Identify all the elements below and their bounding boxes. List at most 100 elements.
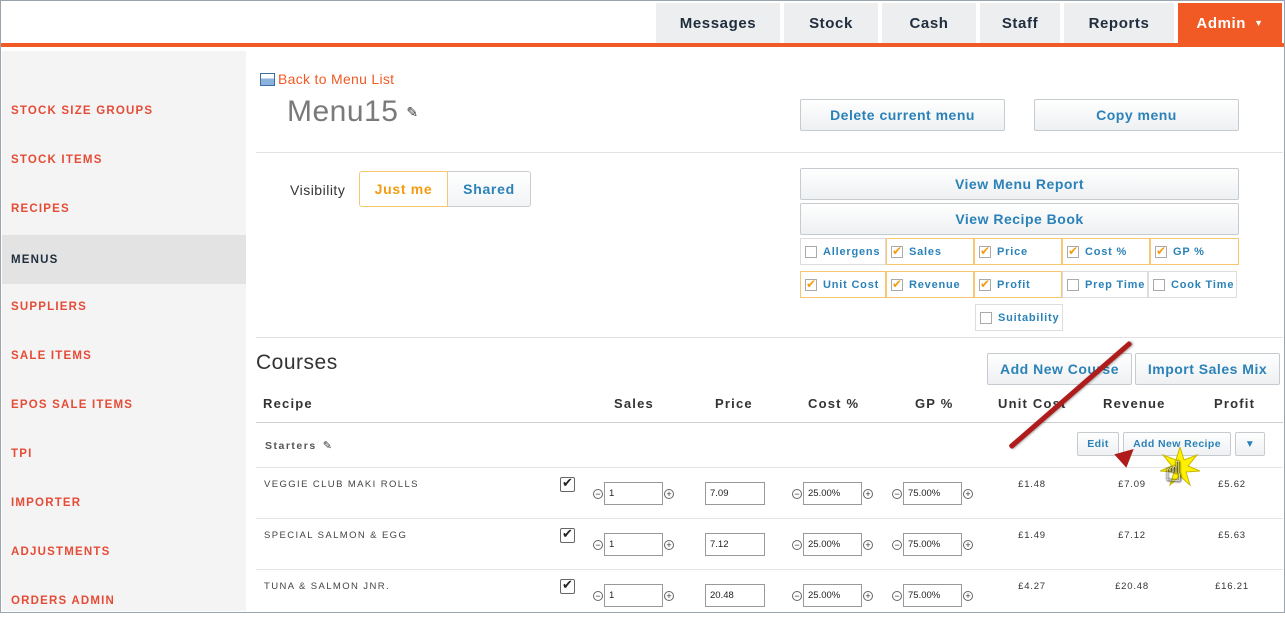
import-sales-mix-button[interactable]: Import Sales Mix: [1135, 353, 1280, 385]
minus-icon[interactable]: −: [792, 539, 802, 550]
toggle-revenue[interactable]: Revenue: [886, 271, 974, 298]
nav-admin-dropdown[interactable]: Admin ▼: [1178, 3, 1282, 43]
cost-pct-input[interactable]: 25.00%: [803, 482, 862, 505]
sidebar-item-importer[interactable]: IMPORTER: [2, 478, 246, 527]
minus-icon[interactable]: −: [892, 488, 902, 499]
sales-input[interactable]: 1: [604, 533, 663, 556]
course-group-label: Starters ✎: [265, 439, 334, 453]
gp-pct-input[interactable]: 75.00%: [903, 584, 962, 607]
price-input[interactable]: 7.09: [705, 482, 765, 505]
toggle-label: Cook Time: [1171, 278, 1235, 291]
sidebar-item-recipes[interactable]: RECIPES: [2, 184, 246, 233]
minus-icon[interactable]: −: [892, 590, 902, 601]
sidebar-item-epos-sale-items[interactable]: EPOS SALE ITEMS: [2, 380, 246, 429]
plus-icon[interactable]: +: [863, 539, 873, 550]
pencil-icon[interactable]: ✎: [406, 104, 418, 121]
revenue-value: £7.12: [1118, 530, 1146, 541]
pencil-icon[interactable]: ✎: [323, 439, 334, 452]
sidebar-item-sale-items[interactable]: SALE ITEMS: [2, 331, 246, 380]
copy-menu-button[interactable]: Copy menu: [1034, 99, 1239, 131]
checkbox-checked-icon: [1067, 244, 1079, 258]
nav-cash[interactable]: Cash: [882, 3, 976, 43]
toggle-suitability[interactable]: Suitability: [975, 304, 1063, 331]
recipe-name: VEGGIE CLUB MAKI ROLLS: [264, 479, 419, 490]
sales-input[interactable]: 1: [604, 584, 663, 607]
sidebar-item-orders-admin[interactable]: ORDERS ADMIN: [2, 576, 246, 625]
sidebar-item-suppliers[interactable]: SUPPLIERS: [2, 282, 246, 331]
toggle-label: Allergens: [823, 245, 881, 258]
gp-pct-stepper: − 75.00% +: [892, 533, 973, 556]
minus-icon[interactable]: −: [593, 488, 603, 499]
sidebar-item-stock-items[interactable]: STOCK ITEMS: [2, 135, 246, 184]
recipe-include-checkbox[interactable]: [560, 526, 575, 543]
col-header-revenue: Revenue: [1103, 396, 1166, 411]
gp-pct-input[interactable]: 75.00%: [903, 533, 962, 556]
nav-reports[interactable]: Reports: [1064, 3, 1174, 43]
row-divider: [256, 569, 1283, 570]
cost-pct-input[interactable]: 25.00%: [803, 533, 862, 556]
checkbox-checked-icon: [891, 277, 903, 291]
recipe-include-checkbox[interactable]: [560, 475, 575, 492]
unit-cost-value: £1.49: [1018, 530, 1046, 541]
plus-icon[interactable]: +: [863, 488, 873, 499]
plus-icon[interactable]: +: [664, 539, 674, 550]
visibility-just-me-option[interactable]: Just me: [359, 171, 448, 207]
view-menu-report-button[interactable]: View Menu Report: [800, 168, 1239, 200]
toggle-profit[interactable]: Profit: [974, 271, 1062, 298]
toggle-unit-cost[interactable]: Unit Cost: [800, 271, 886, 298]
minus-icon[interactable]: −: [792, 488, 802, 499]
sidebar-item-adjustments[interactable]: ADJUSTMENTS: [2, 527, 246, 576]
minus-icon[interactable]: −: [593, 590, 603, 601]
toggle-gp-pct[interactable]: GP %: [1150, 238, 1239, 265]
visibility-shared-option[interactable]: Shared: [448, 171, 531, 207]
view-recipe-book-button[interactable]: View Recipe Book: [800, 203, 1239, 235]
toggle-allergens[interactable]: Allergens: [800, 238, 886, 265]
nav-stock[interactable]: Stock: [784, 3, 878, 43]
toggle-label: Profit: [997, 278, 1031, 291]
minus-icon[interactable]: −: [792, 590, 802, 601]
price-input[interactable]: 20.48: [705, 584, 765, 607]
toggle-prep-time[interactable]: Prep Time: [1062, 271, 1148, 298]
checkbox-icon: [980, 311, 992, 324]
minus-icon[interactable]: −: [892, 539, 902, 550]
toggle-label: Sales: [909, 245, 942, 258]
cost-pct-input[interactable]: 25.00%: [803, 584, 862, 607]
column-toggles-row-1: Allergens Sales Price Cost % GP %: [800, 238, 1239, 265]
main-content: Back to Menu List Menu15 ✎ Delete curren…: [246, 51, 1283, 611]
plus-icon[interactable]: +: [963, 488, 973, 499]
sidebar-item-menus[interactable]: MENUS: [2, 235, 246, 284]
plus-icon[interactable]: +: [963, 590, 973, 601]
checkbox-icon: [805, 245, 817, 258]
toggle-label: Price: [997, 245, 1028, 258]
back-to-menu-list-link[interactable]: Back to Menu List: [260, 71, 394, 87]
recipe-include-checkbox[interactable]: [560, 577, 575, 594]
toggle-price[interactable]: Price: [974, 238, 1062, 265]
nav-messages[interactable]: Messages: [656, 3, 780, 43]
sidebar-item-tpi[interactable]: TPI: [2, 429, 246, 478]
price-input[interactable]: 7.12: [705, 533, 765, 556]
sales-input[interactable]: 1: [604, 482, 663, 505]
plus-icon[interactable]: +: [664, 590, 674, 601]
cost-pct-stepper: − 25.00% +: [792, 584, 873, 607]
plus-icon[interactable]: +: [664, 488, 674, 499]
col-header-profit: Profit: [1214, 396, 1256, 411]
toggle-cost-pct[interactable]: Cost %: [1062, 238, 1150, 265]
sidebar-item-stock-size-groups[interactable]: STOCK SIZE GROUPS: [2, 86, 246, 135]
minus-icon[interactable]: −: [593, 539, 603, 550]
edit-course-button[interactable]: Edit: [1077, 432, 1119, 456]
delete-menu-button[interactable]: Delete current menu: [800, 99, 1005, 131]
cost-pct-stepper: − 25.00% +: [792, 533, 873, 556]
column-toggles-row-3: Suitability: [975, 304, 1063, 331]
sales-stepper: − 1 +: [593, 533, 674, 556]
plus-icon[interactable]: +: [863, 590, 873, 601]
course-dropdown-button[interactable]: ▼: [1235, 432, 1265, 456]
plus-icon[interactable]: +: [963, 539, 973, 550]
gp-pct-input[interactable]: 75.00%: [903, 482, 962, 505]
nav-staff[interactable]: Staff: [980, 3, 1060, 43]
toggle-cook-time[interactable]: Cook Time: [1148, 271, 1237, 298]
recipe-name: SPECIAL SALMON & EGG: [264, 530, 408, 541]
sidebar: STOCK SIZE GROUPS STOCK ITEMS RECIPES ME…: [2, 51, 246, 611]
price-field: 7.12: [704, 533, 766, 556]
col-header-recipe: Recipe: [263, 396, 313, 411]
toggle-sales[interactable]: Sales: [886, 238, 974, 265]
